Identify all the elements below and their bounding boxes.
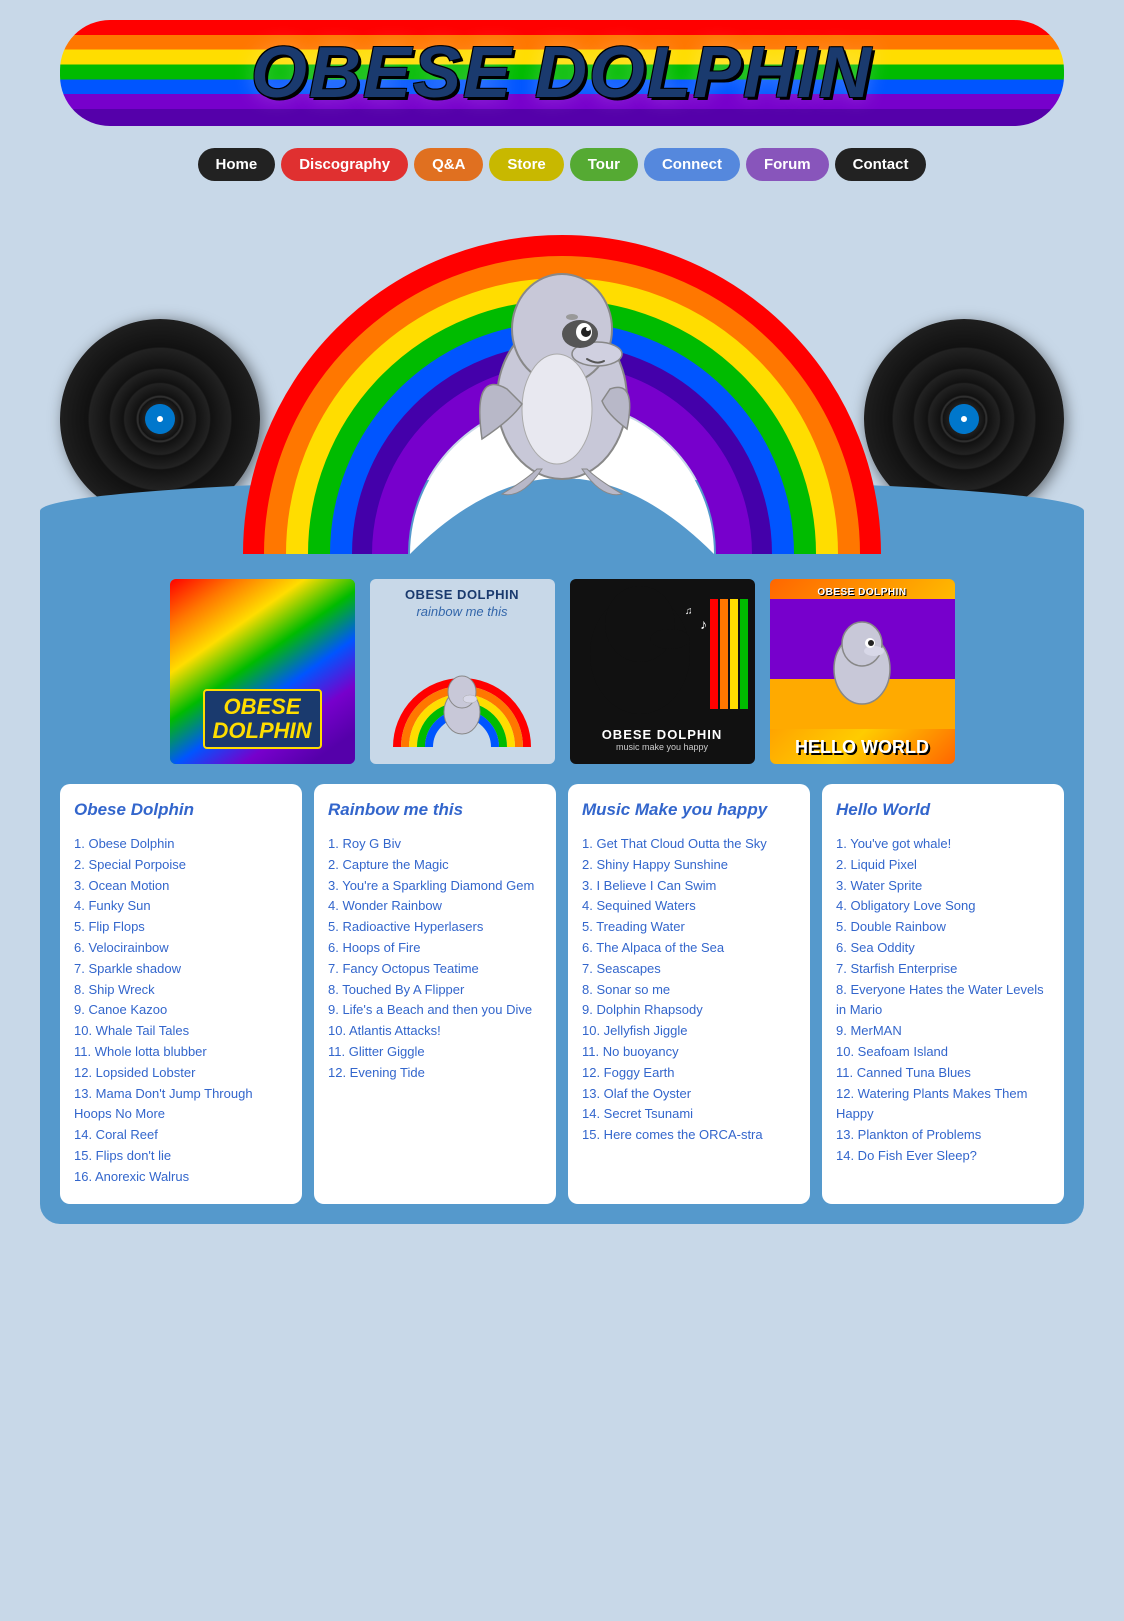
album-4-title: HELLO WORLD [795,737,929,757]
track-item: 4. Funky Sun [74,896,288,917]
track-item: 4. Wonder Rainbow [328,896,542,917]
track-item: 1. Obese Dolphin [74,834,288,855]
tracklist-card-1: Rainbow me this 1. Roy G Biv2. Capture th… [314,784,556,1204]
track-item: 13. Plankton of Problems [836,1125,1050,1146]
album-cover-4[interactable]: OBESE DOLPHIN HELLO WORLD [770,579,955,764]
track-item: 6. The Alpaca of the Sea [582,938,796,959]
track-item: 14. Coral Reef [74,1125,288,1146]
track-item: 15. Flips don't lie [74,1146,288,1167]
track-item: 15. Here comes the ORCA-stra [582,1125,796,1146]
nav-store[interactable]: Store [489,148,563,181]
album-3-subtitle: music make you happy [602,742,723,752]
album-2-art [387,627,537,747]
track-item: 6. Sea Oddity [836,938,1050,959]
album-3-art: ♪ ♫ [570,579,755,729]
track-item: 10. Whale Tail Tales [74,1021,288,1042]
track-item: 11. No buoyancy [582,1042,796,1063]
track-item: 12. Foggy Earth [582,1063,796,1084]
track-item: 3. You're a Sparkling Diamond Gem [328,876,542,897]
track-item: 8. Ship Wreck [74,980,288,1001]
track-item: 7. Seascapes [582,959,796,980]
header: OBESE DOLPHIN [0,0,1124,136]
album-cover-2[interactable]: OBESE DOLPHIN rainbow me this [370,579,555,764]
nav-discography[interactable]: Discography [281,148,408,181]
track-item: 12. Watering Plants Makes Them Happy [836,1084,1050,1126]
track-item: 2. Capture the Magic [328,855,542,876]
track-item: 12. Evening Tide [328,1063,542,1084]
tracklist-title-2: Music Make you happy [582,800,796,820]
track-item: 4. Obligatory Love Song [836,896,1050,917]
album-cover-1[interactable]: OBESE DOLPHIN [170,579,355,764]
track-item: 7. Starfish Enterprise [836,959,1050,980]
logo-banner: OBESE DOLPHIN [60,20,1064,126]
track-item: 11. Canned Tuna Blues [836,1063,1050,1084]
track-item: 1. You've got whale! [836,834,1050,855]
track-item: 2. Shiny Happy Sunshine [582,855,796,876]
track-item: 7. Fancy Octopus Teatime [328,959,542,980]
albums-row: OBESE DOLPHIN OBESE DOLPHIN rainbow me t… [60,579,1064,764]
track-item: 14. Secret Tsunami [582,1104,796,1125]
track-item: 5. Treading Water [582,917,796,938]
tracklists-row: Obese Dolphin 1. Obese Dolphin2. Special … [60,784,1064,1204]
track-item: 3. Ocean Motion [74,876,288,897]
nav-tour[interactable]: Tour [570,148,638,181]
tracklist-card-0: Obese Dolphin 1. Obese Dolphin2. Special … [60,784,302,1204]
navigation: Home Discography Q&A Store Tour Connect … [0,136,1124,189]
nav-connect[interactable]: Connect [644,148,740,181]
track-item: 9. Life's a Beach and then you Dive [328,1000,542,1021]
track-item: 10. Seafoam Island [836,1042,1050,1063]
track-item: 4. Sequined Waters [582,896,796,917]
track-item: 11. Whole lotta blubber [74,1042,288,1063]
hero-area [40,189,1084,559]
track-item: 7. Sparkle shadow [74,959,288,980]
track-item: 2. Liquid Pixel [836,855,1050,876]
track-item: 6. Velocirainbow [74,938,288,959]
track-item: 11. Glitter Giggle [328,1042,542,1063]
svg-text:♫: ♫ [685,606,693,617]
tracklist-title-1: Rainbow me this [328,800,542,820]
track-item: 10. Atlantis Attacks! [328,1021,542,1042]
track-item: 5. Flip Flops [74,917,288,938]
track-item: 13. Olaf the Oyster [582,1084,796,1105]
album-3-brand: OBESE DOLPHIN [602,727,723,742]
album-2-subtitle: rainbow me this [416,604,507,619]
track-item: 10. Jellyfish Jiggle [582,1021,796,1042]
album-4-brand: OBESE DOLPHIN [778,587,947,598]
track-item: 8. Sonar so me [582,980,796,1001]
nav-home[interactable]: Home [198,148,276,181]
track-item: 9. MerMAN [836,1021,1050,1042]
track-item: 12. Lopsided Lobster [74,1063,288,1084]
tracklist-title-3: Hello World [836,800,1050,820]
tracklist-card-2: Music Make you happy 1. Get That Cloud Ou… [568,784,810,1204]
logo-text: OBESE DOLPHIN [90,32,1034,114]
track-item: 1. Get That Cloud Outta the Sky [582,834,796,855]
track-item: 3. I Believe I Can Swim [582,876,796,897]
album-1-label: OBESE DOLPHIN [203,689,322,749]
album-cover-3[interactable]: ♪ ♫ OBESE DOLPHIN music make you happy [570,579,755,764]
svg-text:♪: ♪ [700,616,707,632]
tracklist-card-3: Hello World 1. You've got whale!2. Liquid… [822,784,1064,1204]
tracklist-title-0: Obese Dolphin [74,800,288,820]
main-content: OBESE DOLPHIN OBESE DOLPHIN rainbow me t… [40,559,1084,1224]
album-4-art [770,599,955,729]
track-item: 5. Radioactive Hyperlasers [328,917,542,938]
dolphin-mascot [462,239,662,499]
track-item: 14. Do Fish Ever Sleep? [836,1146,1050,1167]
album-2-brand: OBESE DOLPHIN [405,587,519,602]
track-item: 6. Hoops of Fire [328,938,542,959]
nav-qa[interactable]: Q&A [414,148,483,181]
track-item: 2. Special Porpoise [74,855,288,876]
track-item: 1. Roy G Biv [328,834,542,855]
track-item: 9. Canoe Kazoo [74,1000,288,1021]
track-item: 5. Double Rainbow [836,917,1050,938]
nav-forum[interactable]: Forum [746,148,829,181]
track-item: 3. Water Sprite [836,876,1050,897]
track-item: 8. Touched By A Flipper [328,980,542,1001]
track-item: 13. Mama Don't Jump Through Hoops No Mor… [74,1084,288,1126]
track-item: 9. Dolphin Rhapsody [582,1000,796,1021]
nav-contact[interactable]: Contact [835,148,927,181]
track-item: 8. Everyone Hates the Water Levels in Ma… [836,980,1050,1022]
track-item: 16. Anorexic Walrus [74,1167,288,1188]
